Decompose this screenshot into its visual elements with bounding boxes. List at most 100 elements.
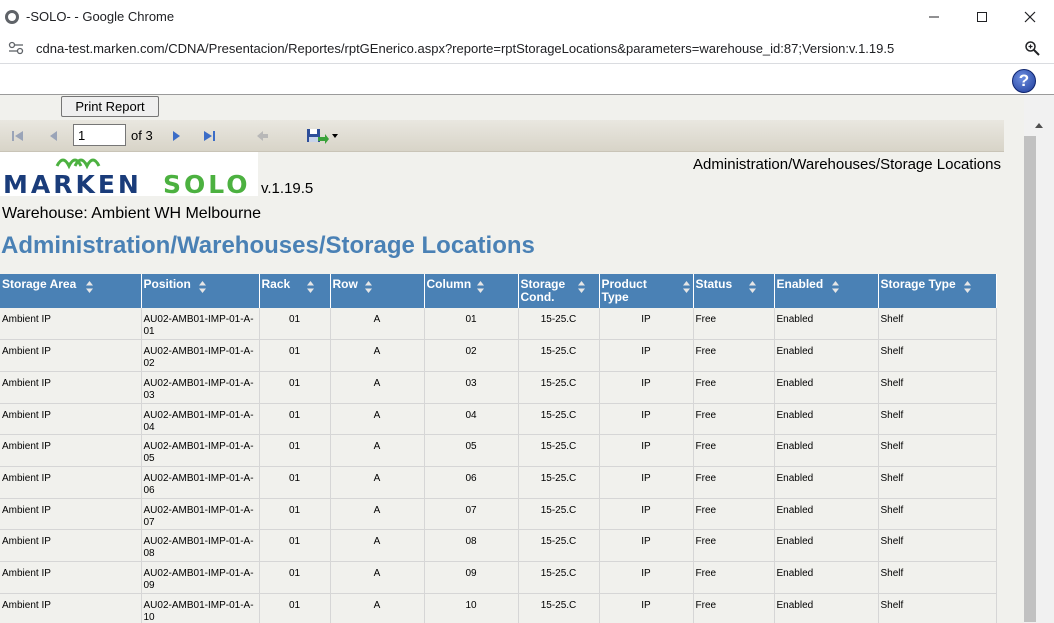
- table-cell: 15-25.C: [518, 529, 600, 562]
- column-header[interactable]: Product Type: [599, 274, 694, 308]
- table-cell: A: [330, 593, 425, 623]
- table-cell: AU02-AMB01-IMP-01-A-05: [141, 434, 260, 467]
- table-cell: 01: [259, 308, 331, 341]
- column-header[interactable]: Status: [693, 274, 775, 308]
- vertical-scrollbar[interactable]: [1024, 95, 1054, 623]
- table-cell: AU02-AMB01-IMP-01-A-09: [141, 561, 260, 594]
- table-cell: 01: [259, 339, 331, 372]
- print-report-button[interactable]: Print Report: [61, 96, 159, 117]
- table-row: Ambient IP AU02-AMB01-IMP-01-A-10 01 A 10 15-…: [0, 593, 997, 623]
- storage-locations-table: Storage Area Position Rack Row Column Storage…: [0, 274, 997, 623]
- previous-page-icon[interactable]: [46, 128, 62, 144]
- sort-icon[interactable]: [963, 280, 972, 294]
- window-title: -SOLO- - Google Chrome: [26, 9, 175, 24]
- column-header[interactable]: Rack: [259, 274, 331, 308]
- table-cell: Free: [693, 371, 775, 404]
- table-cell: AU02-AMB01-IMP-01-A-06: [141, 466, 260, 499]
- sort-icon[interactable]: [748, 280, 757, 294]
- next-page-icon[interactable]: [168, 128, 184, 144]
- column-header[interactable]: Enabled: [774, 274, 879, 308]
- table-cell: 15-25.C: [518, 308, 600, 341]
- table-cell: 06: [424, 466, 519, 499]
- table-row: Ambient IP AU02-AMB01-IMP-01-A-04 01 A 04 15-…: [0, 403, 997, 436]
- table-cell: A: [330, 371, 425, 404]
- minimize-button[interactable]: [910, 0, 958, 33]
- column-header[interactable]: Storage Area: [0, 274, 142, 308]
- table-cell: 01: [424, 308, 519, 341]
- table-cell: Shelf: [878, 308, 997, 341]
- sort-icon[interactable]: [364, 280, 373, 294]
- window-titlebar: -SOLO- - Google Chrome: [0, 0, 1054, 33]
- logo-text-solo: SOLO: [163, 170, 251, 199]
- table-cell: 01: [259, 561, 331, 594]
- table-cell: IP: [599, 529, 694, 562]
- column-header-label: Row: [332, 277, 358, 291]
- sort-icon[interactable]: [577, 280, 586, 294]
- column-header-label: Enabled: [776, 277, 824, 291]
- sort-icon[interactable]: [682, 280, 691, 294]
- table-cell: Shelf: [878, 403, 997, 436]
- column-header[interactable]: Storage Cond.: [518, 274, 600, 308]
- version-label: v.1.19.5: [261, 180, 314, 197]
- report-title: Administration/Warehouses/Storage Locati…: [1, 232, 535, 259]
- sort-icon[interactable]: [306, 280, 315, 294]
- column-header-label: Storage Cond.: [520, 277, 566, 304]
- scrollbar-thumb[interactable]: [1024, 136, 1036, 622]
- help-icon[interactable]: ?: [1012, 69, 1036, 93]
- table-cell: AU02-AMB01-IMP-01-A-04: [141, 403, 260, 436]
- table-cell: Enabled: [774, 371, 879, 404]
- table-cell: A: [330, 498, 425, 531]
- table-cell: 01: [259, 593, 331, 623]
- table-cell: Free: [693, 308, 775, 341]
- table-cell: A: [330, 434, 425, 467]
- table-cell: 01: [259, 434, 331, 467]
- sort-icon[interactable]: [476, 280, 485, 294]
- sort-icon[interactable]: [831, 280, 840, 294]
- table-cell: AU02-AMB01-IMP-01-A-07: [141, 498, 260, 531]
- table-cell: Shelf: [878, 498, 997, 531]
- zoom-icon[interactable]: [1024, 40, 1040, 56]
- table-cell: Free: [693, 434, 775, 467]
- table-cell: Ambient IP: [0, 339, 142, 372]
- column-header-label: Storage Type: [880, 277, 956, 291]
- column-header[interactable]: Column: [424, 274, 519, 308]
- table-cell: A: [330, 561, 425, 594]
- page-header-strip: ?: [0, 63, 1054, 95]
- column-header-label: Column: [426, 277, 472, 291]
- site-settings-icon[interactable]: [8, 41, 24, 55]
- url-text[interactable]: cdna-test.marken.com/CDNA/Presentacion/R…: [36, 41, 894, 56]
- column-header[interactable]: Row: [330, 274, 425, 308]
- table-cell: Ambient IP: [0, 308, 142, 341]
- table-cell: Enabled: [774, 561, 879, 594]
- table-cell: AU02-AMB01-IMP-01-A-10: [141, 593, 260, 623]
- table-cell: AU02-AMB01-IMP-01-A-08: [141, 529, 260, 562]
- table-cell: 04: [424, 403, 519, 436]
- column-header[interactable]: Storage Type: [878, 274, 997, 308]
- column-header[interactable]: Position: [141, 274, 260, 308]
- table-cell: IP: [599, 466, 694, 499]
- first-page-icon[interactable]: [10, 128, 26, 144]
- page-number-input[interactable]: [73, 124, 126, 146]
- column-header-label: Position: [143, 277, 191, 291]
- back-to-parent-icon[interactable]: [254, 128, 270, 144]
- last-page-icon[interactable]: [201, 128, 217, 144]
- table-cell: Ambient IP: [0, 371, 142, 404]
- scroll-up-icon[interactable]: [1035, 123, 1043, 128]
- sort-icon[interactable]: [85, 280, 94, 294]
- table-cell: Shelf: [878, 593, 997, 623]
- table-cell: 01: [259, 529, 331, 562]
- table-cell: Ambient IP: [0, 466, 142, 499]
- maximize-button[interactable]: [958, 0, 1006, 33]
- table-row: Ambient IP AU02-AMB01-IMP-01-A-09 01 A 09 15-…: [0, 561, 997, 594]
- table-cell: Shelf: [878, 371, 997, 404]
- table-cell: 07: [424, 498, 519, 531]
- logo-arcs-icon: [55, 158, 101, 170]
- table-cell: A: [330, 403, 425, 436]
- table-cell: Shelf: [878, 434, 997, 467]
- table-row: Ambient IP AU02-AMB01-IMP-01-A-03 01 A 03 15-…: [0, 371, 997, 404]
- sort-icon[interactable]: [198, 280, 207, 294]
- table-cell: Enabled: [774, 403, 879, 436]
- export-icon[interactable]: [306, 128, 340, 144]
- close-button[interactable]: [1006, 0, 1054, 33]
- table-cell: IP: [599, 561, 694, 594]
